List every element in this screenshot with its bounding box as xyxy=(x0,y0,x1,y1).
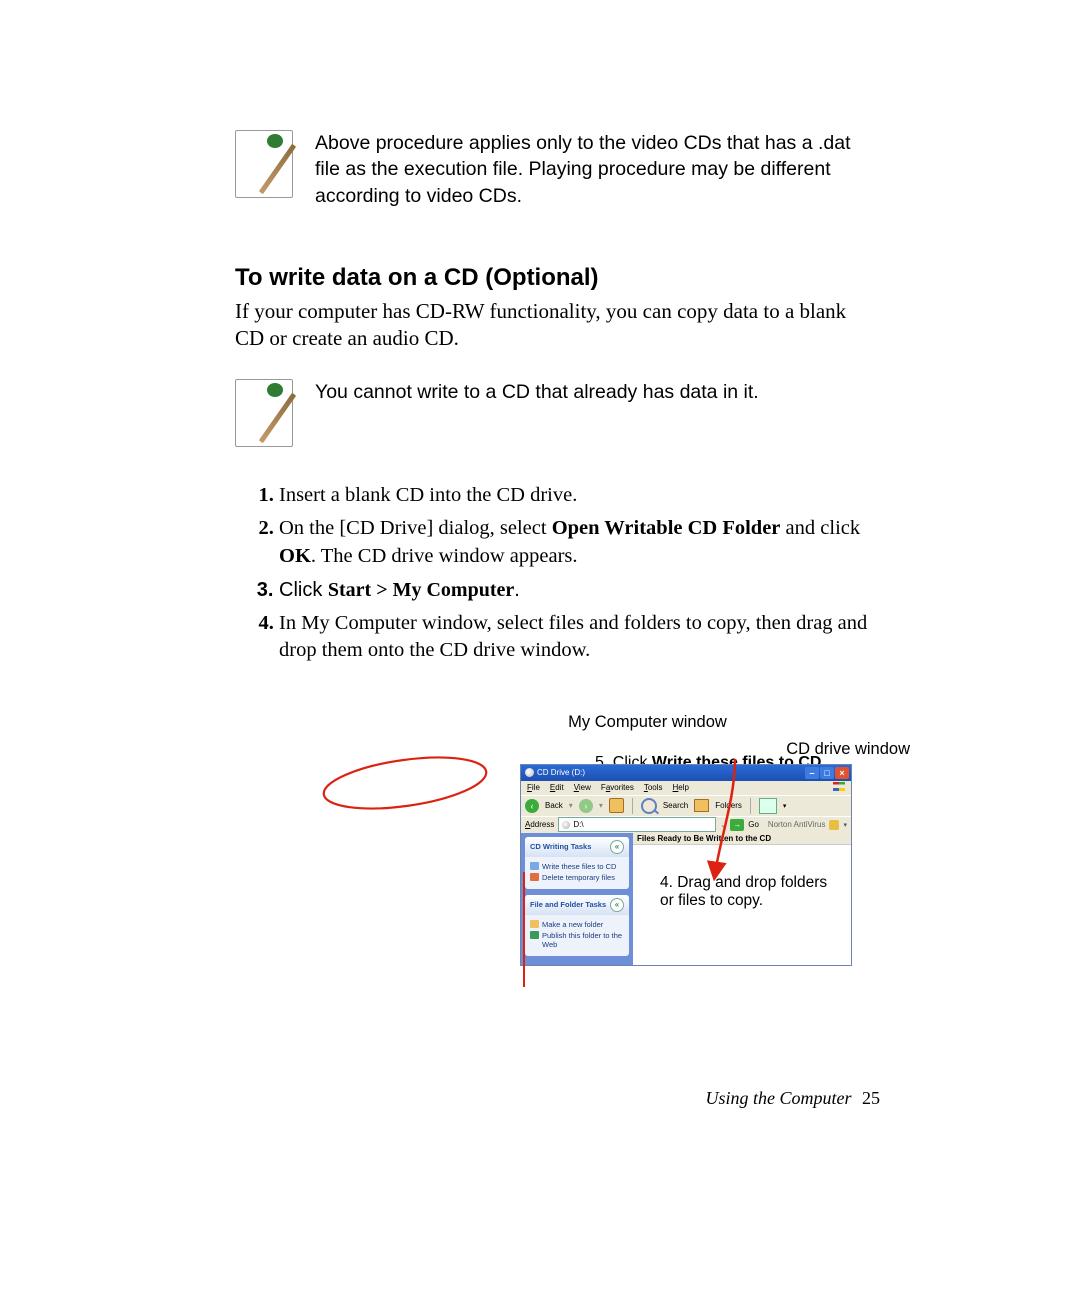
menu-favorites[interactable]: Favorites xyxy=(601,783,634,792)
folders-icon[interactable] xyxy=(694,799,709,812)
step-1: Insert a blank CD into the CD drive. xyxy=(279,482,880,510)
procedure-steps: Insert a blank CD into the CD drive. On … xyxy=(235,482,880,665)
section-heading: To write data on a CD (Optional) xyxy=(235,264,880,292)
back-button[interactable]: ‹ xyxy=(525,799,539,813)
note-icon xyxy=(235,379,293,447)
collapse-icon[interactable]: « xyxy=(610,840,624,854)
callout-drag-drop: 4. Drag and drop folders or files to cop… xyxy=(660,874,830,911)
search-icon[interactable] xyxy=(641,798,657,814)
tasks-pane: CD Writing Tasks « Write these files to … xyxy=(521,833,633,966)
norton-icon xyxy=(829,820,839,830)
file-folder-tasks: File and Folder Tasks « Make a new folde… xyxy=(525,895,629,956)
title-bar: CD Drive (D:) – □ × xyxy=(521,765,851,781)
note-icon xyxy=(235,130,293,198)
screenshot-area: CD drive window CD Drive (D:) – □ × File xyxy=(325,754,880,1074)
window-title: CD Drive (D:) xyxy=(537,768,585,777)
menu-bar: File Edit View Favorites Tools Help xyxy=(521,781,851,795)
go-button[interactable]: → xyxy=(730,819,744,831)
go-label: Go xyxy=(748,820,759,829)
address-value: D:\ xyxy=(573,820,583,829)
maximize-button[interactable]: □ xyxy=(820,767,834,779)
annotation-ellipse xyxy=(317,744,493,821)
note-text-1: Above procedure applies only to the vide… xyxy=(315,130,880,209)
windows-flag-icon xyxy=(833,782,845,793)
content-section-header: Files Ready to Be Written to the CD xyxy=(633,833,851,845)
menu-edit[interactable]: Edit xyxy=(550,783,564,792)
section-intro: If your computer has CD-RW functionality… xyxy=(235,298,880,353)
menu-tools[interactable]: Tools xyxy=(644,783,663,792)
collapse-icon[interactable]: « xyxy=(610,898,624,912)
publish-icon xyxy=(530,931,539,939)
note-block-1: Above procedure applies only to the vide… xyxy=(235,130,880,209)
link-new-folder[interactable]: Make a new folder xyxy=(530,920,624,929)
views-button[interactable] xyxy=(759,798,777,814)
page-footer: Using the Computer 25 xyxy=(706,1088,881,1109)
disk-icon xyxy=(525,768,534,777)
annotation-connector xyxy=(523,872,525,987)
search-label: Search xyxy=(663,801,688,810)
note-text-2: You cannot write to a CD that already ha… xyxy=(315,379,759,405)
norton-label: Norton AntiVirus xyxy=(768,820,826,829)
minimize-button[interactable]: – xyxy=(805,767,819,779)
step-2: On the [CD Drive] dialog, select Open Wr… xyxy=(279,515,880,570)
menu-file[interactable]: File xyxy=(527,783,540,792)
address-label: Address xyxy=(525,820,554,829)
footer-page-number: 25 xyxy=(862,1088,880,1108)
link-delete-temp[interactable]: Delete temporary files xyxy=(530,873,624,882)
link-publish-web[interactable]: Publish this folder to the Web xyxy=(530,931,624,949)
step-3: Click Start > My Computer. xyxy=(279,577,880,604)
up-button[interactable] xyxy=(609,798,624,813)
task-head-ff: File and Folder Tasks xyxy=(530,900,606,909)
cd-write-icon xyxy=(530,862,539,870)
step-4: In My Computer window, select files and … xyxy=(279,610,880,665)
caption-my-computer: My Computer window xyxy=(415,713,880,732)
link-write-files[interactable]: Write these files to CD xyxy=(530,862,624,871)
toolbar: ‹ Back ▾ › ▾ Search Folders ▾ xyxy=(521,795,851,816)
cd-writing-tasks: CD Writing Tasks « Write these files to … xyxy=(525,837,629,889)
label-cd-drive-window: CD drive window xyxy=(786,740,910,759)
note-block-2: You cannot write to a CD that already ha… xyxy=(235,379,880,447)
cd-drive-window: CD Drive (D:) – □ × File Edit View Favor… xyxy=(520,764,852,966)
menu-help[interactable]: Help xyxy=(673,783,689,792)
close-button[interactable]: × xyxy=(835,767,849,779)
folders-label: Folders xyxy=(715,801,742,810)
address-field[interactable]: D:\ xyxy=(558,817,716,832)
task-head-cd: CD Writing Tasks xyxy=(530,842,591,851)
footer-section: Using the Computer xyxy=(706,1088,852,1108)
forward-button[interactable]: › xyxy=(579,799,593,813)
delete-icon xyxy=(530,873,539,881)
address-bar: Address D:\ ⌄ → Go Norton AntiVirus ▾ xyxy=(521,816,851,833)
menu-view[interactable]: View xyxy=(574,783,591,792)
address-dropdown[interactable]: ⌄ xyxy=(720,821,726,829)
back-label: Back xyxy=(545,801,563,810)
disk-icon xyxy=(562,821,570,829)
new-folder-icon xyxy=(530,920,539,928)
